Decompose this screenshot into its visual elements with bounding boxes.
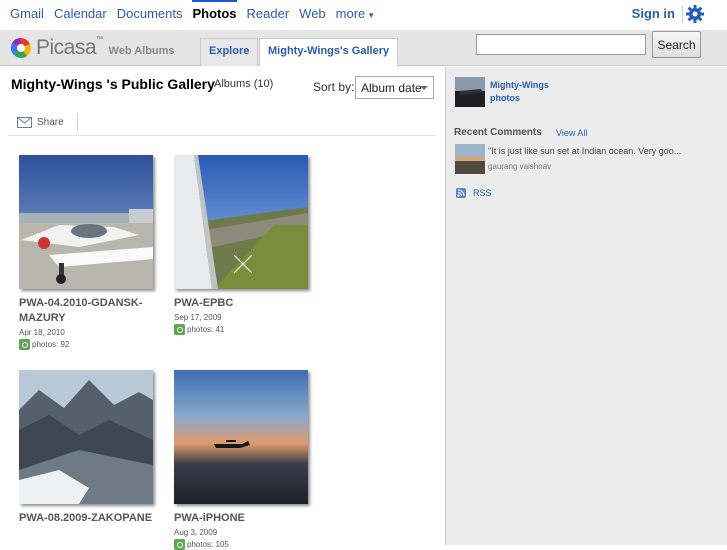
rss-icon (456, 188, 466, 198)
reader-link[interactable]: Reader (247, 6, 290, 21)
search-button[interactable]: Search (652, 31, 701, 58)
mountains-photo (19, 370, 153, 504)
album-title[interactable]: PWA-iPHONE (174, 511, 309, 526)
documents-link[interactable]: Documents (117, 6, 183, 21)
photos-link[interactable]: Photos (192, 0, 237, 21)
album-item: PWA-EPBC Sep 17, 2009 photos: 41 (174, 155, 314, 335)
photo-count-label: photos: 92 (32, 340, 70, 349)
share-button[interactable]: Share (17, 117, 64, 128)
album-thumbnail[interactable] (174, 155, 308, 289)
picasa-header: Picasa™ Web Albums Explore Mighty-Wings'… (0, 30, 727, 67)
owner-link[interactable]: Mighty-Wings photos (490, 79, 549, 105)
owner-photos: photos (490, 93, 520, 103)
sort-select[interactable]: Album date (355, 76, 434, 99)
google-app-links: Gmail Calendar Documents Photos Reader W… (10, 0, 383, 21)
share-label: Share (37, 117, 64, 128)
picasa-pinwheel-icon (10, 37, 31, 58)
sign-in-link[interactable]: Sign in (632, 6, 675, 21)
album-item: PWA-04.2010-GDANSK-MAZURY Apr 18, 2010 p… (19, 155, 159, 350)
album-date: Aug 3, 2009 (174, 528, 218, 537)
airplane-photo (19, 155, 153, 289)
comment-thumbnail[interactable] (455, 144, 485, 174)
divider (77, 113, 78, 131)
album-thumbnail[interactable] (174, 370, 308, 504)
dropdown-arrow-icon (420, 86, 428, 90)
gallery-main: Mighty-Wings 's Public Gallery Albums (1… (0, 67, 445, 550)
recent-comments-title: Recent Comments (454, 127, 542, 138)
photos-icon (174, 324, 185, 335)
album-date: Sep 17, 2009 (174, 313, 222, 322)
rss-label: RSS (473, 188, 492, 198)
picasa-logo[interactable]: Picasa™ Web Albums (10, 36, 175, 60)
gear-icon[interactable] (685, 4, 705, 24)
envelope-icon (17, 117, 32, 128)
avatar[interactable] (455, 77, 485, 107)
owner-name: Mighty-Wings (490, 80, 549, 90)
album-item: PWA-08.2009-ZAKOPANE (19, 370, 159, 526)
photo-count-label: photos: 41 (187, 325, 225, 334)
album-title[interactable]: PWA-04.2010-GDANSK-MAZURY (19, 296, 154, 326)
comment-photo (455, 144, 485, 174)
album-title[interactable]: PWA-08.2009-ZAKOPANE (19, 511, 154, 526)
album-count: Albums (10) (214, 78, 274, 90)
album-thumbnail[interactable] (19, 155, 153, 289)
rss-link[interactable]: RSS (456, 188, 492, 198)
view-all-link[interactable]: View All (556, 128, 587, 138)
album-item: PWA-iPHONE Aug 3, 2009 photos: 105 (174, 370, 314, 550)
web-albums-label: Web Albums (108, 45, 175, 57)
album-title[interactable]: PWA-EPBC (174, 296, 309, 311)
picasa-wordmark: Picasa™ (36, 36, 103, 59)
web-link[interactable]: Web (299, 6, 326, 21)
chevron-down-icon: ▾ (368, 10, 374, 20)
search-input[interactable] (476, 34, 646, 55)
page-title: Mighty-Wings 's Public Gallery (11, 76, 215, 92)
sort-label: Sort by: (313, 80, 355, 94)
tab-explore[interactable]: Explore (200, 38, 259, 66)
avatar-image (455, 77, 485, 107)
comment-text[interactable]: "It is just like sun set at Indian ocean… (488, 146, 681, 156)
google-bar: Gmail Calendar Documents Photos Reader W… (0, 0, 727, 28)
calendar-link[interactable]: Calendar (54, 6, 107, 21)
album-photo-count: photos: 41 (174, 324, 314, 335)
album-thumbnail[interactable] (19, 370, 153, 504)
divider (8, 135, 436, 136)
runway-photo (174, 155, 308, 289)
comment-author: gaurang vaishnav (488, 162, 552, 171)
tab-gallery[interactable]: Mighty-Wings's Gallery (259, 38, 399, 67)
sort-value: Album date (361, 81, 422, 95)
album-date: Apr 18, 2010 (19, 328, 65, 337)
gmail-link[interactable]: Gmail (10, 6, 44, 21)
photos-icon (19, 339, 30, 350)
sunset-photo (174, 370, 308, 504)
gallery-sidebar: Mighty-Wings photos Recent Comments View… (445, 67, 727, 545)
more-label: more (335, 6, 366, 21)
more-link[interactable]: more ▾ (336, 6, 374, 21)
divider (682, 5, 683, 23)
album-photo-count: photos: 92 (19, 339, 159, 350)
